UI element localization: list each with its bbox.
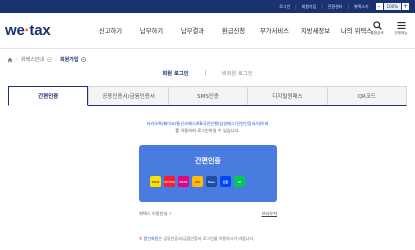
tab-member-login[interactable]: 회원 로그인 [162,69,188,77]
usage-guide-link[interactable]: 위택스 이용안내 › [139,211,171,217]
wetax-link[interactable]: 위택스기 [354,4,369,10]
breadcrumb-level1[interactable]: 위택스안내 [21,56,44,63]
chevron-down-icon[interactable] [47,57,52,62]
pass-icon: PASS [178,176,189,187]
notice-text: 은 공동인증서/금융인증서 로그인을 이용하시기 바랍니다. [158,236,255,241]
utility-bar: 로그인 | 회원가입 | 전환센터 | 위택스기 - 100% + [0,0,415,13]
easy-auth-title: 간편인증 [195,157,221,165]
chevron-right-icon: › [169,211,172,217]
menu-extra-services[interactable]: 부가서비스 [254,26,295,35]
auth-method-tabs: 간편인증 공동인증서/금융인증서 SMS인증 디지털원패스 QR코드 [8,86,407,106]
util-separator: | [295,4,297,9]
main-menu: 신고하기 납부하기 납부결과 환급신청 부가서비스 지방세정보 나의 위택스 [90,26,377,35]
menu-payment-result[interactable]: 납부결과 [172,26,213,35]
easy-auth-info: 카카오톡/페이코/통신사패스/KB국민은행/삼성패스/신한인증서/네이버 를 이… [0,120,415,134]
signup-link[interactable]: 회원가입 [302,4,317,10]
samsung-pass-icon: Pass [206,176,217,187]
notice-highlight: 법인회원 [143,236,159,241]
usage-guide-label: 위택스 이용안내 [139,211,168,216]
logo-we: we [5,22,25,39]
zoom-in-button[interactable]: + [402,3,409,10]
main-header: we·tax 신고하기 납부하기 납부결과 환급신청 부가서비스 지방세정보 나… [0,13,415,49]
kb-icon: KB [192,176,203,187]
provider-icons: TALK PAYCO PASS KB Pass 신한 N [150,176,245,187]
util-separator: | [321,4,323,9]
hamburger-icon [396,22,406,29]
search-label: 통합검색 [370,31,384,35]
tab-sms[interactable]: SMS인증 [167,87,247,105]
provider-list-text: 카카오톡/페이코/통신사패스/KB국민은행/삼성패스/신한인증서/네이버 [146,121,269,126]
chevron-down-icon[interactable] [81,57,87,62]
easy-auth-links: 위택스 이용안내 › 브라우저 [139,211,277,217]
search-icon [372,21,382,30]
zoom-level: 100% [383,3,401,10]
corporate-notice: ※ 법인회원은 공동인증서/금융인증서 로그인을 이용하시기 바랍니다. [139,236,254,242]
tab-qr-code[interactable]: QR코드 [326,87,406,105]
home-icon[interactable] [7,57,13,63]
zoom-out-button[interactable]: - [375,3,383,10]
menu-local-tax-info[interactable]: 지방세정보 [295,26,336,35]
breadcrumb: › 위택스안내 › 회원가입 [7,56,87,63]
breadcrumb-current[interactable]: 회원가입 [60,56,78,63]
util-separator: | [347,4,349,9]
easy-auth-button[interactable]: 간편인증 TALK PAYCO PASS KB Pass 신한 N [139,145,277,202]
kakao-icon: TALK [150,176,161,187]
tab-digital-onepass[interactable]: 디지털원패스 [247,87,326,105]
menu-payment[interactable]: 납부하기 [131,26,172,35]
browser-link[interactable]: 브라우저 [262,211,277,217]
tab-nonmember-login[interactable]: 비회원 로그인 [222,69,253,77]
all-menu-label: 전체메뉴 [394,31,408,35]
notice-mark: ※ [139,236,143,241]
login-link[interactable]: 로그인 [279,4,290,10]
breadcrumb-separator: › [16,56,18,63]
shinhan-icon: 신한 [220,176,231,187]
conversion-center-link[interactable]: 전환센터 [328,4,343,10]
tab-certificate[interactable]: 공동인증서/금융인증서 [88,87,167,105]
breadcrumb-separator: › [55,56,58,63]
menu-report[interactable]: 신고하기 [90,26,131,35]
search-button[interactable]: 통합검색 [369,21,385,36]
login-type-tabs: 회원 로그인 비회원 로그인 [0,69,415,77]
wetax-logo[interactable]: we·tax [5,22,51,39]
logo-tax: tax [29,22,51,39]
zoom-control: - 100% + [375,3,409,10]
all-menu-button[interactable]: 전체메뉴 [393,21,409,36]
info-text: 를 이용하여 로그인하실 수 있습니다. [175,128,240,133]
menu-refund[interactable]: 환급신청 [213,26,254,35]
payco-icon: PAYCO [164,176,175,187]
naver-icon: N [234,176,245,187]
tab-easy-auth[interactable]: 간편인증 [8,86,89,106]
tab-divider [204,70,206,76]
